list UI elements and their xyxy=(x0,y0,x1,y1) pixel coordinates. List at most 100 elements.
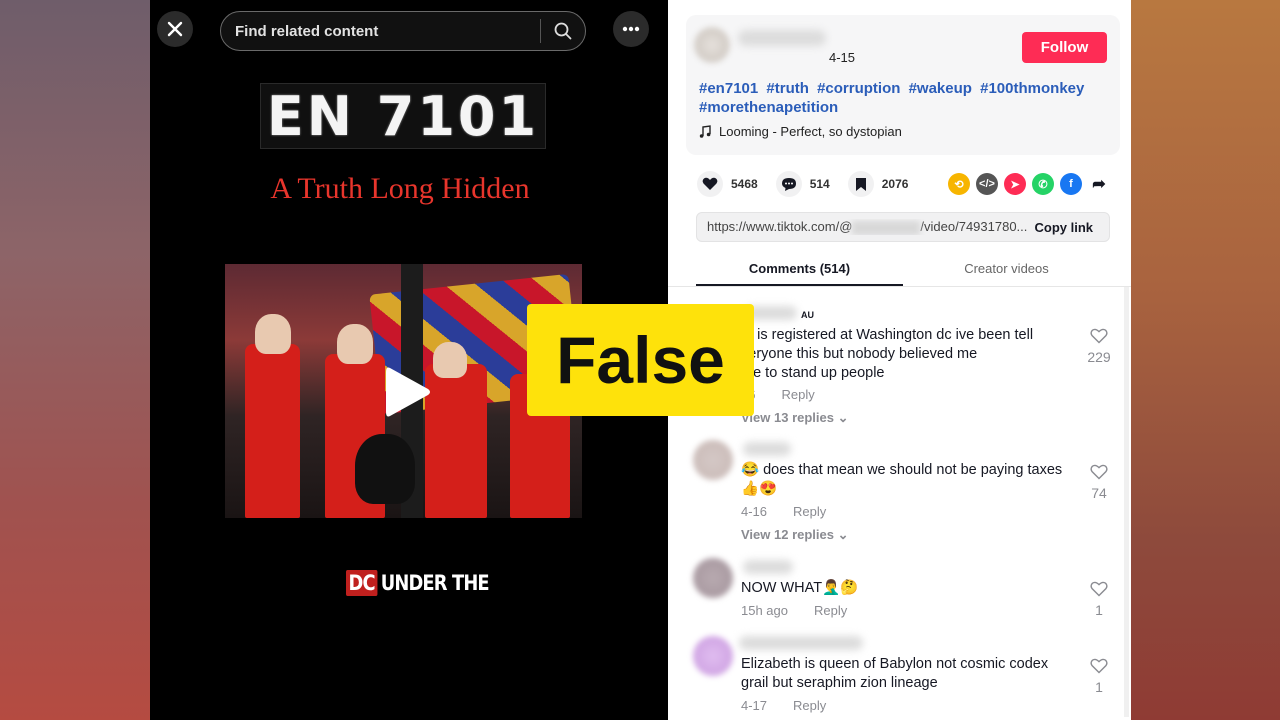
comment-date: 15h ago xyxy=(741,603,788,618)
music-note-icon xyxy=(699,124,711,138)
comment-item: NOW WHAT🤦‍♂️🤔 15h ago Reply 1 xyxy=(693,558,1123,628)
comment-line: veryone this but nobody believed me xyxy=(741,346,978,362)
view-replies-link[interactable]: View 13 replies ⌄ xyxy=(741,410,849,426)
comment-stat[interactable]: 514 xyxy=(775,171,830,197)
send-to-friends-icon[interactable]: ➤ xyxy=(1004,173,1026,195)
like-stat[interactable]: 5468 xyxy=(697,171,758,197)
dc-logo-text: UNDER THE xyxy=(380,571,490,595)
comment-count: 514 xyxy=(809,177,830,191)
comment-date: 4-17 xyxy=(741,698,768,713)
comment-meta: 15h ago Reply xyxy=(741,603,847,618)
link-prefix: https://www.tiktok.com/@ xyxy=(707,219,853,235)
more-dots-icon xyxy=(622,26,640,32)
view-replies-label: View 12 replies xyxy=(741,527,834,542)
tab-creator-videos[interactable]: Creator videos xyxy=(903,258,1110,286)
comment-like-count: 1 xyxy=(1095,602,1103,618)
commenter-country: AU xyxy=(801,310,814,320)
comment-item: Elizabeth is queen of Babylon not cosmic… xyxy=(693,636,1123,720)
comment-like-count: 74 xyxy=(1091,485,1107,501)
comment-meta: 4-17 Reply xyxy=(741,698,826,713)
comment-line: 😂 does that mean we should not be paying… xyxy=(741,462,1063,478)
comment-text: NOW WHAT🤦‍♂️🤔 xyxy=(741,580,859,596)
post-date: 4-15 xyxy=(829,50,856,65)
comment-like[interactable]: 74 xyxy=(1087,464,1111,501)
comment-like[interactable]: 1 xyxy=(1087,658,1111,695)
dc-logo-mark: DC xyxy=(346,570,378,596)
hashtag-link[interactable]: #en7101 xyxy=(699,80,758,97)
comments-scrollbar[interactable] xyxy=(1124,287,1129,717)
comment-line: Elizabeth is queen of Babylon not cosmic… xyxy=(741,656,1049,672)
close-button[interactable] xyxy=(157,11,193,47)
guard-head xyxy=(433,342,467,378)
commenter-name-redacted xyxy=(743,560,793,574)
heart-outline-icon xyxy=(1090,464,1108,480)
play-icon xyxy=(386,367,430,417)
comment-text: Elizabeth is queen of Babylon not cosmic… xyxy=(741,655,1048,693)
heart-outline-icon xyxy=(1090,328,1108,344)
close-icon xyxy=(167,21,183,37)
comment-like[interactable]: 1 xyxy=(1087,581,1111,618)
reply-button[interactable]: Reply xyxy=(793,698,826,713)
comment-like[interactable]: 229 xyxy=(1087,328,1111,365)
channel-watermark: DC UNDER THE xyxy=(346,570,490,596)
copy-link-button[interactable]: Copy link xyxy=(1034,220,1109,235)
commenter-name-redacted xyxy=(739,636,863,650)
music-info[interactable]: Looming - Perfect, so dystopian xyxy=(699,124,902,139)
share-link-text[interactable]: https://www.tiktok.com/@ /video/74931780.… xyxy=(697,219,1034,235)
hashtag-link[interactable]: #100thmonkey xyxy=(980,80,1084,97)
comment-line: grail but seraphim zion lineage xyxy=(741,675,938,691)
author-name-redacted xyxy=(738,30,826,46)
follow-button[interactable]: Follow xyxy=(1022,32,1107,63)
tabs-divider xyxy=(668,286,1131,287)
tab-comments[interactable]: Comments (514) xyxy=(696,258,903,286)
chevron-down-icon: ⌄ xyxy=(837,410,849,425)
comment-line: 👍😍 xyxy=(741,481,778,497)
facebook-icon[interactable]: f xyxy=(1060,173,1082,195)
heart-outline-icon xyxy=(1090,581,1108,597)
hashtag-link[interactable]: #morethenapetition xyxy=(699,99,838,116)
comment-text: to is registered at Washington dc ive be… xyxy=(741,326,1033,383)
commenter-avatar[interactable] xyxy=(693,558,733,598)
comment-date: 4-16 xyxy=(741,504,768,519)
comment-line: to is registered at Washington dc ive be… xyxy=(741,327,1034,343)
play-button[interactable] xyxy=(378,363,436,421)
comment-item: AU to is registered at Washington dc ive… xyxy=(693,300,1123,430)
share-icons: ⟲ </> ➤ ✆ f ➦ xyxy=(948,173,1110,195)
bearskin-hat xyxy=(355,434,415,504)
link-suffix: /video/74931780... xyxy=(920,219,1028,235)
search-icon[interactable] xyxy=(541,11,585,51)
bookmark-icon xyxy=(855,177,866,191)
reply-button[interactable]: Reply xyxy=(793,504,826,519)
save-stat[interactable]: 2076 xyxy=(847,171,909,197)
more-options-button[interactable] xyxy=(613,11,649,47)
share-link-box: https://www.tiktok.com/@ /video/74931780.… xyxy=(696,212,1110,242)
commenter-name-redacted xyxy=(743,442,791,456)
hashtag-link[interactable]: #wakeup xyxy=(909,80,972,97)
commenter-avatar[interactable] xyxy=(693,440,733,480)
embed-code-icon[interactable]: </> xyxy=(976,173,998,195)
comment-bubble-icon xyxy=(781,177,796,191)
verdict-badge: False xyxy=(527,304,754,416)
whatsapp-icon[interactable]: ✆ xyxy=(1032,173,1054,195)
save-count: 2076 xyxy=(881,177,909,191)
video-subtitle: A Truth Long Hidden xyxy=(270,172,530,205)
view-replies-link[interactable]: View 12 replies ⌄ xyxy=(741,527,849,543)
repost-icon[interactable]: ⟲ xyxy=(948,173,970,195)
comment-text: 😂 does that mean we should not be paying… xyxy=(741,461,1062,499)
comment-meta: 4-16 Reply xyxy=(741,504,826,519)
video-title-card: EN 7101 xyxy=(260,83,546,149)
search-input[interactable] xyxy=(221,22,540,40)
share-arrow-icon[interactable]: ➦ xyxy=(1088,173,1110,195)
comment-item: 😂 does that mean we should not be paying… xyxy=(693,440,1123,550)
link-username-redacted xyxy=(852,220,921,235)
author-avatar[interactable] xyxy=(694,27,730,63)
hashtag-link[interactable]: #corruption xyxy=(817,80,900,97)
commenter-avatar[interactable] xyxy=(693,636,733,676)
search-bar xyxy=(220,11,586,51)
guard-head xyxy=(337,324,373,364)
reply-button[interactable]: Reply xyxy=(814,603,847,618)
blurred-background-left xyxy=(0,0,150,720)
reply-button[interactable]: Reply xyxy=(781,387,814,402)
hashtag-link[interactable]: #truth xyxy=(766,80,809,97)
comment-like-count: 229 xyxy=(1087,349,1111,365)
